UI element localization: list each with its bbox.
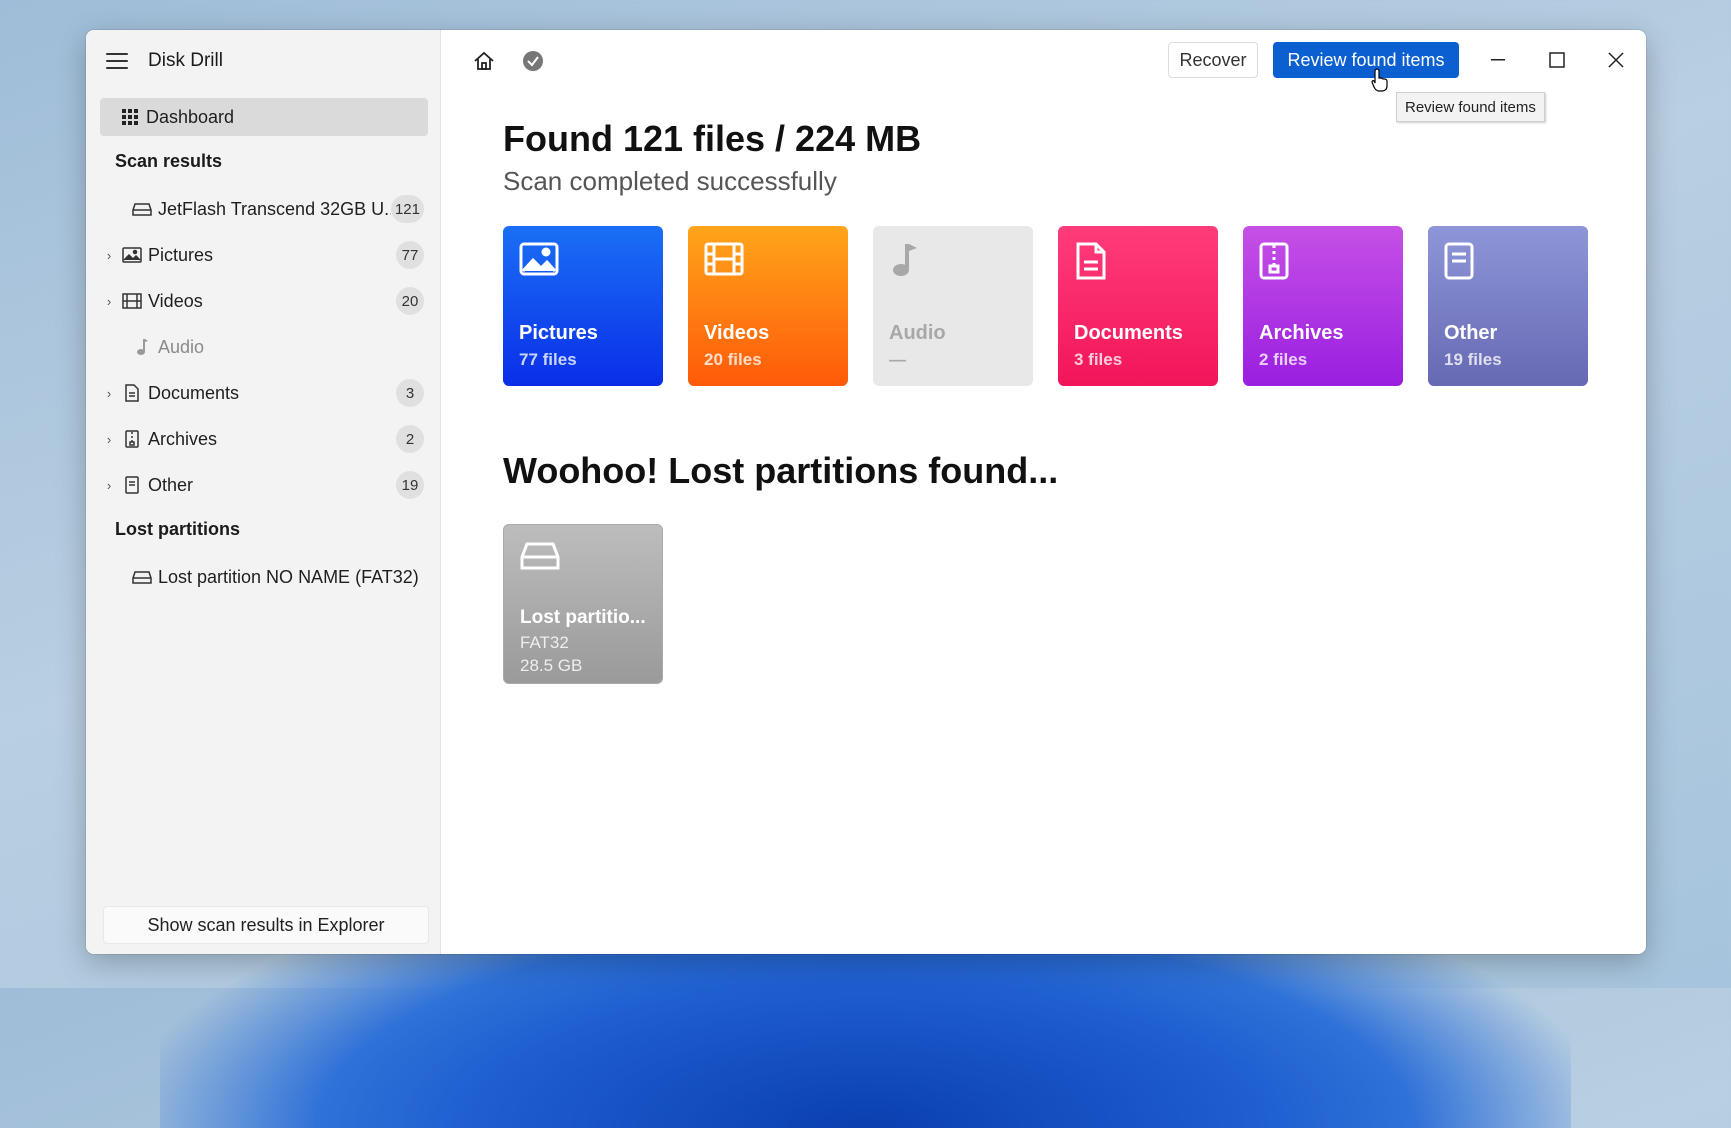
drive-icon <box>132 199 152 219</box>
music-note-icon <box>132 337 152 357</box>
tooltip: Review found items <box>1396 92 1545 122</box>
drive-icon <box>520 541 646 576</box>
chevron-right-icon[interactable]: › <box>100 248 118 263</box>
sidebar-item-lost-partition[interactable]: Lost partition NO NAME (FAT32) <box>100 558 428 596</box>
check-circle-icon[interactable] <box>519 47 547 75</box>
sidebar-item-label: Archives <box>148 428 218 449</box>
film-icon <box>704 242 744 282</box>
chevron-right-icon[interactable]: › <box>100 386 118 401</box>
count-badge: 77 <box>396 241 424 269</box>
chevron-right-icon[interactable]: › <box>100 478 118 493</box>
lost-partitions-header: Lost partitions <box>115 519 240 539</box>
tile-count: 77 files <box>519 350 577 369</box>
archive-icon <box>122 429 142 449</box>
hand-cursor-icon <box>1371 68 1389 97</box>
sidebar: Disk Drill Dashboard Scan results JetFla… <box>86 30 441 954</box>
lost-partitions-title: Woohoo! Lost partitions found... <box>503 450 1059 491</box>
count-badge: 2 <box>396 425 424 453</box>
sidebar-item-label: Documents <box>148 382 240 403</box>
image-icon <box>122 245 142 265</box>
tile-name: Documents <box>1074 322 1183 344</box>
tile-documents[interactable]: Documents 3 files <box>1058 226 1218 386</box>
close-icon[interactable] <box>1596 44 1636 76</box>
tile-videos[interactable]: Videos 20 files <box>688 226 848 386</box>
count-badge: 20 <box>396 287 424 315</box>
page-title: Found 121 files / 224 MB <box>503 118 922 159</box>
home-icon[interactable] <box>470 47 498 75</box>
sidebar-item-documents[interactable]: › Documents 3 <box>100 374 428 412</box>
sidebar-item-label: Videos <box>148 290 203 311</box>
sidebar-item-label: Pictures <box>148 244 214 265</box>
tile-name: Archives <box>1259 322 1344 344</box>
count-badge: 19 <box>396 471 424 499</box>
maximize-icon[interactable] <box>1537 44 1577 76</box>
file-icon <box>122 475 142 495</box>
tile-count: — <box>889 350 906 369</box>
sidebar-item-device[interactable]: JetFlash Transcend 32GB U... 121 <box>100 190 428 228</box>
tile-name: Audio <box>889 322 946 344</box>
document-icon <box>122 383 142 403</box>
tile-pictures[interactable]: Pictures 77 files <box>503 226 663 386</box>
grid-icon <box>120 107 140 127</box>
tile-audio[interactable]: Audio — <box>873 226 1033 386</box>
sidebar-item-pictures[interactable]: › Pictures 77 <box>100 236 428 274</box>
film-icon <box>122 291 142 311</box>
hamburger-menu-icon[interactable] <box>106 53 128 69</box>
count-badge: 121 <box>390 195 424 223</box>
tile-name: Pictures <box>519 322 598 344</box>
sidebar-item-audio[interactable]: Audio <box>100 328 428 366</box>
recover-button[interactable]: Recover <box>1168 42 1258 78</box>
sidebar-item-label: Dashboard <box>146 106 235 127</box>
chevron-right-icon[interactable]: › <box>100 294 118 309</box>
partition-name: Lost partitio... <box>520 607 646 628</box>
tile-other[interactable]: Other 19 files <box>1428 226 1588 386</box>
tile-count: 19 files <box>1444 350 1502 369</box>
page-subtitle: Scan completed successfully <box>503 166 837 196</box>
drive-icon <box>132 567 152 587</box>
tile-lost-partition[interactable]: Lost partitio... FAT32 28.5 GB <box>503 524 663 684</box>
document-icon <box>1074 242 1114 282</box>
show-in-explorer-button[interactable]: Show scan results in Explorer <box>103 906 429 944</box>
sidebar-item-label: Other <box>148 474 194 495</box>
count-badge: 3 <box>396 379 424 407</box>
sidebar-header: Disk Drill <box>106 46 223 76</box>
tile-name: Other <box>1444 322 1498 344</box>
image-icon <box>519 242 559 282</box>
sidebar-item-other[interactable]: › Other 19 <box>100 466 428 504</box>
tile-name: Videos <box>704 322 770 344</box>
sidebar-item-archives[interactable]: › Archives 2 <box>100 420 428 458</box>
tile-archives[interactable]: Archives 2 files <box>1243 226 1403 386</box>
sidebar-item-dashboard[interactable]: Dashboard <box>100 98 428 136</box>
partition-filesystem: FAT32 <box>520 633 569 652</box>
sidebar-item-label: JetFlash Transcend 32GB U... <box>158 198 391 219</box>
archive-icon <box>1259 242 1299 282</box>
sidebar-item-label: Lost partition NO NAME (FAT32) <box>158 566 419 587</box>
tile-count: 20 files <box>704 350 762 369</box>
chevron-right-icon[interactable]: › <box>100 432 118 447</box>
tile-count: 2 files <box>1259 350 1308 369</box>
minimize-icon[interactable] <box>1478 44 1518 76</box>
file-icon <box>1444 242 1484 282</box>
review-found-items-button[interactable]: Review found items <box>1273 42 1459 78</box>
sidebar-item-label: Audio <box>158 336 205 357</box>
partition-size: 28.5 GB <box>520 656 583 675</box>
app-window: Disk Drill Dashboard Scan results JetFla… <box>86 30 1646 954</box>
scan-results-header: Scan results <box>115 151 223 171</box>
music-note-icon <box>889 242 929 282</box>
tile-count: 3 files <box>1074 350 1123 369</box>
app-title: Disk Drill <box>148 50 223 71</box>
sidebar-item-videos[interactable]: › Videos 20 <box>100 282 428 320</box>
